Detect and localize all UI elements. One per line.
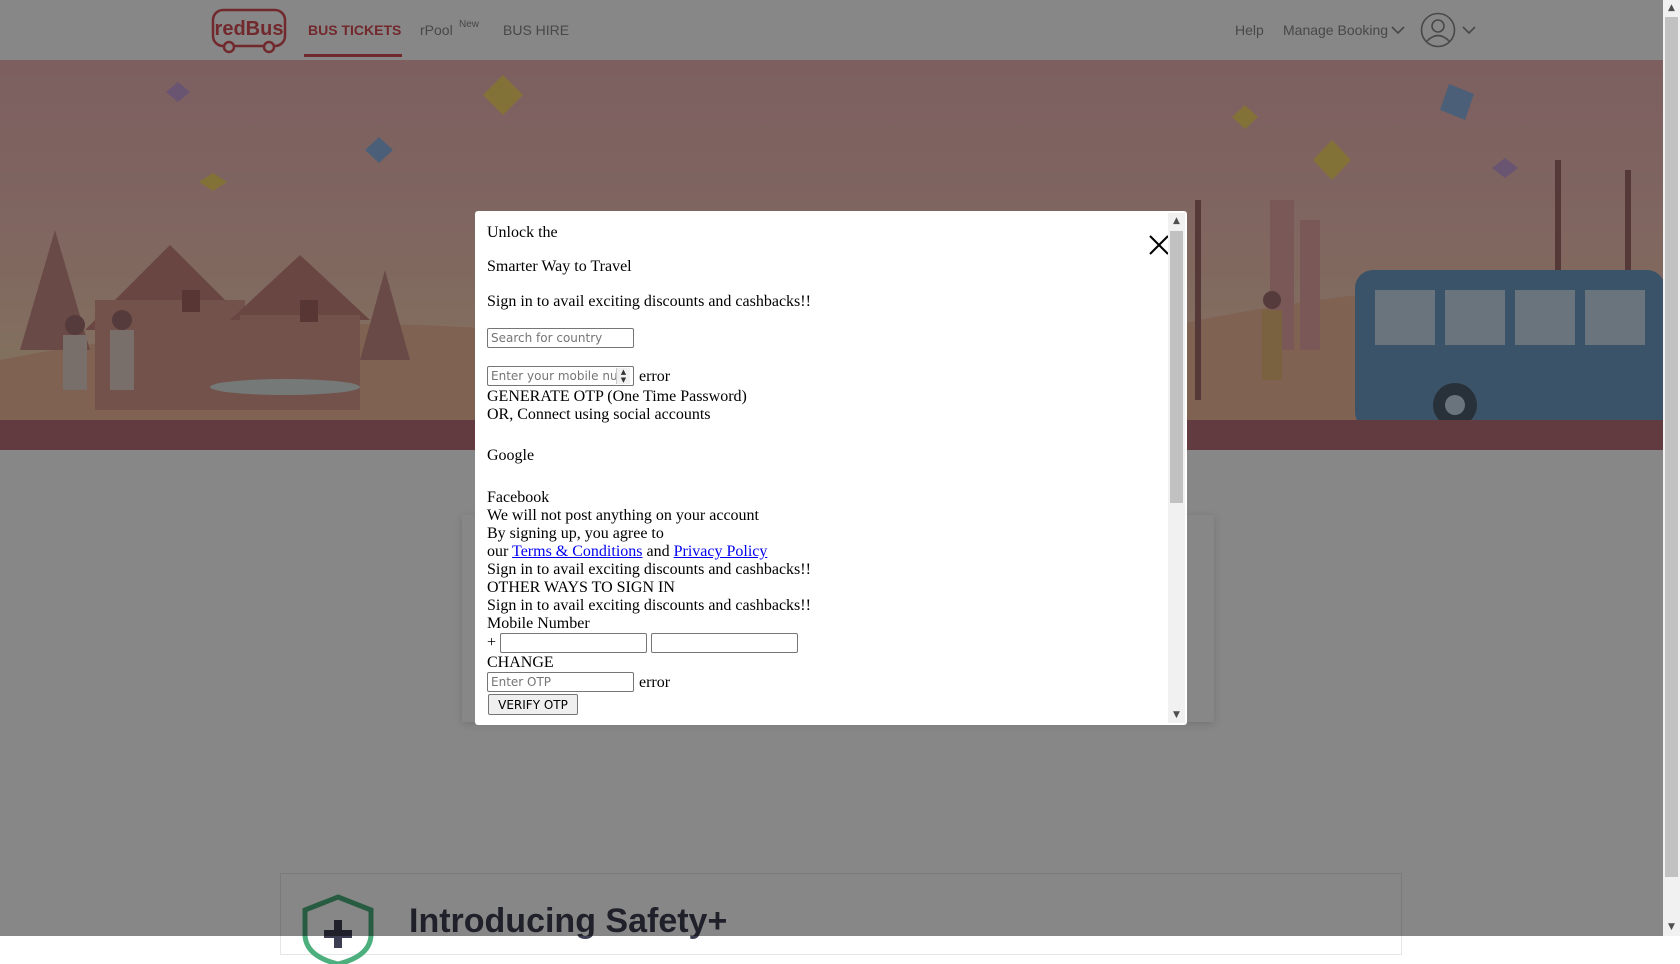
google-login-button[interactable]: Google — [487, 447, 534, 465]
no-post-note: We will not post anything on your accoun… — [487, 507, 759, 524]
change-number-link[interactable]: CHANGE — [487, 654, 554, 672]
terms-link[interactable]: Terms & Conditions — [512, 543, 642, 560]
verify-otp-button[interactable]: VERIFY OTP — [488, 694, 578, 715]
modal-scroll-thumb[interactable] — [1170, 231, 1183, 503]
legal-our: our — [487, 543, 509, 560]
mobile-number-label: Mobile Number — [487, 615, 590, 632]
scroll-up-arrow-icon[interactable]: ▲ — [1168, 213, 1185, 229]
login-modal: Unlock the Smarter Way to Travel Sign in… — [475, 211, 1187, 725]
legal-line: our Terms & Conditions and Privacy Polic… — [487, 543, 767, 561]
modal-scrollbar[interactable]: ▲ ▼ — [1168, 213, 1185, 723]
page-scroll-thumb[interactable] — [1665, 17, 1678, 877]
number-spinner-icon[interactable]: ▲ ▼ — [616, 368, 630, 384]
otp-error: error — [639, 674, 671, 691]
mobile-error: error — [639, 368, 671, 385]
scroll-up-arrow-icon[interactable]: ▲ — [1663, 0, 1680, 17]
scroll-down-arrow-icon[interactable]: ▼ — [1663, 919, 1680, 936]
page-scrollbar[interactable]: ▲ ▼ — [1663, 0, 1680, 936]
other-ways-heading: OTHER WAYS TO SIGN IN — [487, 579, 675, 596]
mobile-number-field[interactable] — [651, 633, 798, 653]
mobile-input-wrapper: ▲▼ — [487, 366, 634, 386]
facebook-login-button[interactable]: Facebook — [487, 489, 549, 507]
scroll-down-arrow-icon[interactable]: ▼ — [1168, 707, 1185, 723]
plus-sign: + — [487, 634, 497, 651]
country-code-field[interactable] — [500, 633, 647, 653]
otp-input[interactable] — [487, 672, 634, 692]
modal-heading-line2: Smarter Way to Travel — [487, 258, 632, 275]
modal-subtitle: Sign in to avail exciting discounts and … — [487, 293, 811, 310]
or-social-text: OR, Connect using social accounts — [487, 406, 711, 423]
modal-heading-line1: Unlock the — [487, 224, 558, 241]
legal-and: and — [646, 543, 670, 560]
subtitle-repeat-1: Sign in to avail exciting discounts and … — [487, 561, 811, 578]
subtitle-repeat-2: Sign in to avail exciting discounts and … — [487, 597, 811, 614]
agree-text: By signing up, you agree to — [487, 525, 664, 542]
mobile-number-input[interactable] — [487, 366, 634, 386]
generate-otp-button[interactable]: GENERATE OTP (One Time Password) — [487, 388, 747, 406]
privacy-link[interactable]: Privacy Policy — [674, 543, 768, 560]
modal-content: Unlock the Smarter Way to Travel Sign in… — [487, 211, 1167, 725]
country-search-input[interactable] — [487, 328, 634, 348]
